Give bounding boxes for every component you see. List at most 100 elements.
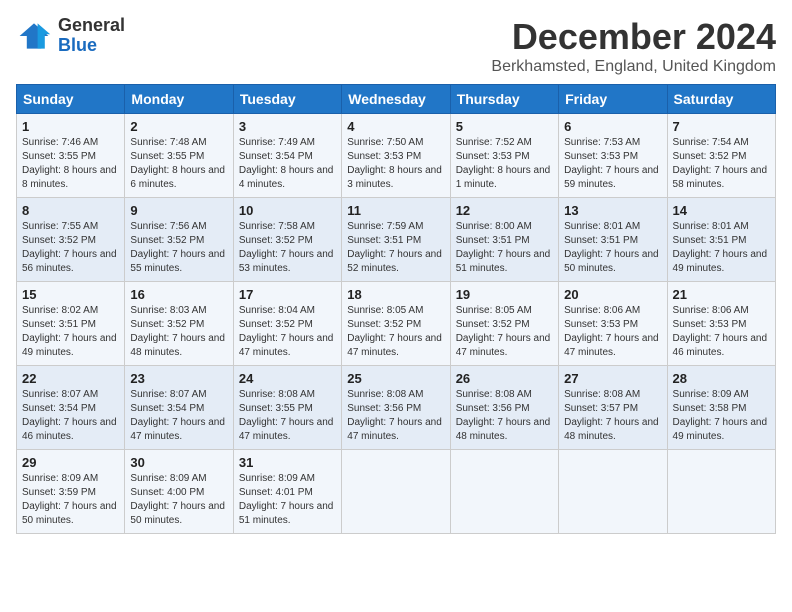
day-cell: 24Sunrise: 8:08 AMSunset: 3:55 PMDayligh… (233, 366, 341, 450)
month-title: December 2024 (491, 16, 776, 58)
day-cell: 9Sunrise: 7:56 AMSunset: 3:52 PMDaylight… (125, 198, 233, 282)
day-number: 26 (456, 371, 553, 386)
day-cell: 31 Sunrise: 8:09 AMSunset: 4:01 PMDayligh… (233, 450, 341, 534)
day-cell: 12 Sunrise: 8:00 AMSunset: 3:51 PMDayligh… (450, 198, 558, 282)
day-number: 4 (347, 119, 444, 134)
day-number: 23 (130, 371, 227, 386)
day-details: Sunrise: 8:08 AMSunset: 3:56 PMDaylight:… (347, 388, 444, 444)
day-cell: 21Sunrise: 8:06 AMSunset: 3:53 PMDayligh… (667, 282, 775, 366)
day-number: 24 (239, 371, 336, 386)
day-number: 11 (347, 203, 444, 218)
day-number: 21 (673, 287, 770, 302)
day-cell (450, 450, 558, 534)
day-cell: 7 Sunrise: 7:54 AMSunset: 3:52 PMDaylight… (667, 114, 775, 198)
day-number: 30 (130, 455, 227, 470)
day-details: Sunrise: 8:05 AMSunset: 3:52 PMDaylight:… (456, 304, 553, 360)
day-number: 19 (456, 287, 553, 302)
day-details: Sunrise: 8:07 AMSunset: 3:54 PMDaylight:… (130, 388, 227, 444)
day-cell: 11 Sunrise: 7:59 AMSunset: 3:51 PMDayligh… (342, 198, 450, 282)
day-details: Sunrise: 8:09 AMSunset: 4:00 PMDaylight:… (130, 472, 227, 528)
location-title: Berkhamsted, England, United Kingdom (491, 58, 776, 76)
day-cell: 16 Sunrise: 8:03 AMSunset: 3:52 PMDayligh… (125, 282, 233, 366)
day-number: 18 (347, 287, 444, 302)
day-number: 5 (456, 119, 553, 134)
day-details: Sunrise: 8:09 AMSunset: 3:59 PMDaylight:… (22, 472, 119, 528)
day-details: Sunrise: 8:09 AMSunset: 4:01 PMDaylight:… (239, 472, 336, 528)
logo-text: General Blue (58, 16, 125, 56)
day-details: Sunrise: 7:53 AMSunset: 3:53 PMDaylight:… (564, 136, 661, 192)
day-details: Sunrise: 7:50 AMSunset: 3:53 PMDaylight:… (347, 136, 444, 192)
day-number: 8 (22, 203, 119, 218)
calendar-table: SundayMondayTuesdayWednesdayThursdayFrid… (16, 84, 776, 534)
day-cell: 8Sunrise: 7:55 AMSunset: 3:52 PMDaylight… (17, 198, 125, 282)
day-number: 31 (239, 455, 336, 470)
day-details: Sunrise: 7:54 AMSunset: 3:52 PMDaylight:… (673, 136, 770, 192)
day-details: Sunrise: 7:46 AMSunset: 3:55 PMDaylight:… (22, 136, 119, 192)
day-details: Sunrise: 8:06 AMSunset: 3:53 PMDaylight:… (564, 304, 661, 360)
day-number: 22 (22, 371, 119, 386)
week-row-4: 22 Sunrise: 8:07 AMSunset: 3:54 PMDayligh… (17, 366, 776, 450)
day-number: 10 (239, 203, 336, 218)
day-number: 17 (239, 287, 336, 302)
day-cell: 30 Sunrise: 8:09 AMSunset: 4:00 PMDayligh… (125, 450, 233, 534)
day-details: Sunrise: 8:03 AMSunset: 3:52 PMDaylight:… (130, 304, 227, 360)
day-number: 25 (347, 371, 444, 386)
day-details: Sunrise: 7:49 AMSunset: 3:54 PMDaylight:… (239, 136, 336, 192)
day-number: 20 (564, 287, 661, 302)
day-cell (342, 450, 450, 534)
day-number: 6 (564, 119, 661, 134)
day-cell: 29 Sunrise: 8:09 AMSunset: 3:59 PMDayligh… (17, 450, 125, 534)
day-header-monday: Monday (125, 85, 233, 114)
day-details: Sunrise: 8:08 AMSunset: 3:57 PMDaylight:… (564, 388, 661, 444)
page-header: General Blue December 2024 Berkhamsted, … (16, 16, 776, 76)
day-header-friday: Friday (559, 85, 667, 114)
week-row-1: 1Sunrise: 7:46 AMSunset: 3:55 PMDaylight… (17, 114, 776, 198)
day-number: 2 (130, 119, 227, 134)
day-cell: 3 Sunrise: 7:49 AMSunset: 3:54 PMDaylight… (233, 114, 341, 198)
day-number: 16 (130, 287, 227, 302)
day-number: 9 (130, 203, 227, 218)
day-details: Sunrise: 7:48 AMSunset: 3:55 PMDaylight:… (130, 136, 227, 192)
day-cell: 13Sunrise: 8:01 AMSunset: 3:51 PMDayligh… (559, 198, 667, 282)
day-header-sunday: Sunday (17, 85, 125, 114)
title-area: December 2024 Berkhamsted, England, Unit… (491, 16, 776, 76)
day-cell: 4 Sunrise: 7:50 AMSunset: 3:53 PMDaylight… (342, 114, 450, 198)
header-row: SundayMondayTuesdayWednesdayThursdayFrid… (17, 85, 776, 114)
day-header-tuesday: Tuesday (233, 85, 341, 114)
day-cell (667, 450, 775, 534)
day-header-wednesday: Wednesday (342, 85, 450, 114)
day-number: 15 (22, 287, 119, 302)
day-details: Sunrise: 8:02 AMSunset: 3:51 PMDaylight:… (22, 304, 119, 360)
day-details: Sunrise: 8:04 AMSunset: 3:52 PMDaylight:… (239, 304, 336, 360)
day-cell: 1Sunrise: 7:46 AMSunset: 3:55 PMDaylight… (17, 114, 125, 198)
day-details: Sunrise: 7:58 AMSunset: 3:52 PMDaylight:… (239, 220, 336, 276)
day-details: Sunrise: 8:05 AMSunset: 3:52 PMDaylight:… (347, 304, 444, 360)
week-row-5: 29 Sunrise: 8:09 AMSunset: 3:59 PMDayligh… (17, 450, 776, 534)
logo: General Blue (16, 16, 125, 56)
day-details: Sunrise: 7:59 AMSunset: 3:51 PMDaylight:… (347, 220, 444, 276)
day-cell: 27Sunrise: 8:08 AMSunset: 3:57 PMDayligh… (559, 366, 667, 450)
day-details: Sunrise: 8:01 AMSunset: 3:51 PMDaylight:… (564, 220, 661, 276)
day-details: Sunrise: 8:07 AMSunset: 3:54 PMDaylight:… (22, 388, 119, 444)
day-cell: 23 Sunrise: 8:07 AMSunset: 3:54 PMDayligh… (125, 366, 233, 450)
day-cell (559, 450, 667, 534)
day-cell: 28Sunrise: 8:09 AMSunset: 3:58 PMDayligh… (667, 366, 775, 450)
day-number: 3 (239, 119, 336, 134)
week-row-3: 15 Sunrise: 8:02 AMSunset: 3:51 PMDayligh… (17, 282, 776, 366)
day-details: Sunrise: 8:00 AMSunset: 3:51 PMDaylight:… (456, 220, 553, 276)
day-cell: 17 Sunrise: 8:04 AMSunset: 3:52 PMDayligh… (233, 282, 341, 366)
day-number: 12 (456, 203, 553, 218)
day-number: 28 (673, 371, 770, 386)
day-cell: 25 Sunrise: 8:08 AMSunset: 3:56 PMDayligh… (342, 366, 450, 450)
day-cell: 15 Sunrise: 8:02 AMSunset: 3:51 PMDayligh… (17, 282, 125, 366)
week-row-2: 8Sunrise: 7:55 AMSunset: 3:52 PMDaylight… (17, 198, 776, 282)
day-cell: 22 Sunrise: 8:07 AMSunset: 3:54 PMDayligh… (17, 366, 125, 450)
day-cell: 2 Sunrise: 7:48 AMSunset: 3:55 PMDaylight… (125, 114, 233, 198)
day-number: 29 (22, 455, 119, 470)
day-number: 7 (673, 119, 770, 134)
day-cell: 20 Sunrise: 8:06 AMSunset: 3:53 PMDayligh… (559, 282, 667, 366)
day-header-thursday: Thursday (450, 85, 558, 114)
logo-icon (16, 18, 52, 54)
day-cell: 14Sunrise: 8:01 AMSunset: 3:51 PMDayligh… (667, 198, 775, 282)
day-cell: 26Sunrise: 8:08 AMSunset: 3:56 PMDayligh… (450, 366, 558, 450)
